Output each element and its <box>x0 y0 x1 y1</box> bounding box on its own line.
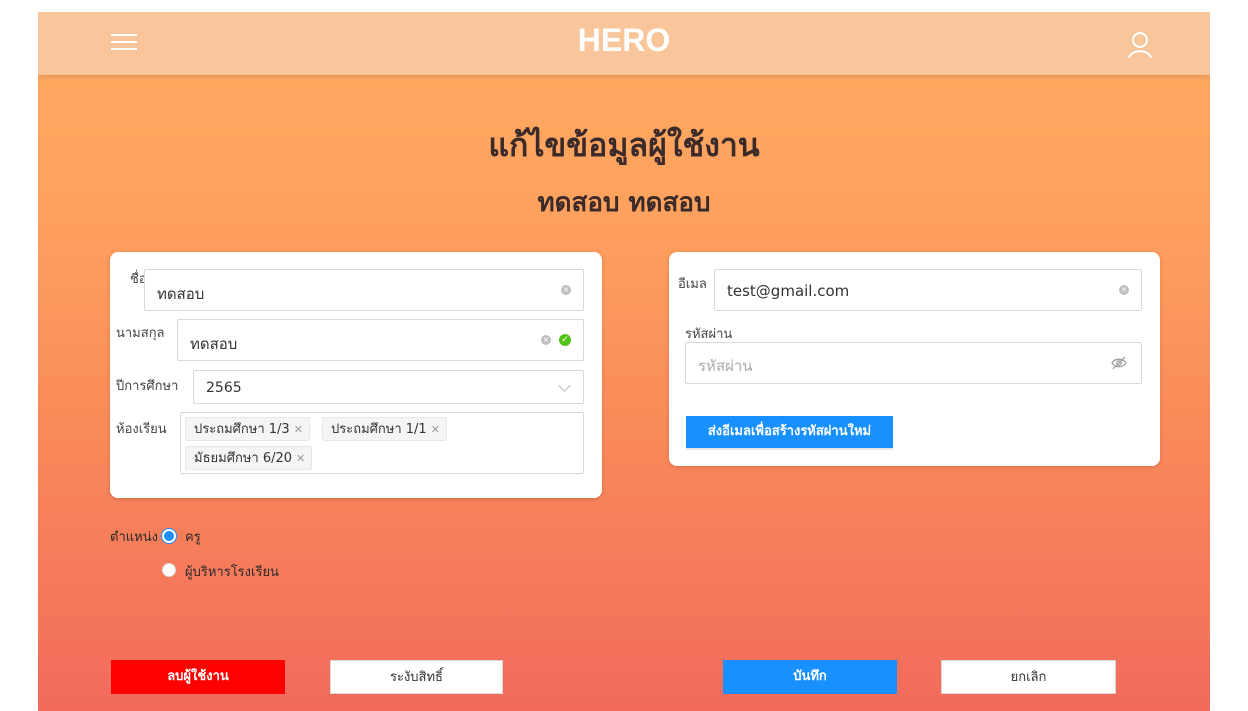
classroom-label: ห้องเรียน <box>116 422 167 437</box>
email-field[interactable]: test@gmail.com × <box>714 269 1142 311</box>
clear-circle-icon[interactable]: × <box>541 335 551 345</box>
first-name-value: ทดสอบ <box>157 285 205 303</box>
first-name-field[interactable]: ทดสอบ × <box>144 269 584 311</box>
suspend-rights-button[interactable]: ระงับสิทธิ์ <box>330 660 503 694</box>
app-frame: HERO แก้ไขข้อมูลผู้ใช้งาน ทดสอบ ทดสอบ ชื… <box>38 12 1210 711</box>
radio-teacher-label: ครู <box>185 530 201 545</box>
brand-logo: HERO <box>577 22 671 58</box>
radio-teacher[interactable] <box>162 529 176 543</box>
classroom-tag: ประถมศึกษา 1/1 ✕ <box>322 417 447 441</box>
eye-invisible-icon[interactable] <box>1111 356 1127 370</box>
page-title: แก้ไขข้อมูลผู้ใช้งาน <box>488 126 760 164</box>
last-name-value: ทดสอบ <box>190 335 238 353</box>
classroom-multiselect[interactable]: ประถมศึกษา 1/3 ✕ ประถมศึกษา 1/1 ✕ มัธยมศึก… <box>180 412 584 474</box>
academic-year-label: ปีการศึกษา <box>116 379 179 394</box>
radio-school-admin-label: ผู้บริหารโรงเรียน <box>185 565 279 580</box>
remove-tag-icon[interactable]: ✕ <box>296 452 305 465</box>
top-bar: HERO <box>38 12 1210 75</box>
classroom-tag: มัธยมศึกษา 6/20 ✕ <box>185 446 313 470</box>
remove-tag-icon[interactable]: ✕ <box>294 423 303 436</box>
user-icon[interactable] <box>1127 31 1153 59</box>
password-label: รหัสผ่าน <box>685 327 733 342</box>
last-name-label: นามสกุล <box>116 326 165 341</box>
check-circle-icon: ✓ <box>559 334 571 346</box>
chevron-down-icon <box>558 379 571 392</box>
cancel-button[interactable]: ยกเลิก <box>941 660 1116 694</box>
clear-circle-icon[interactable]: × <box>1119 285 1129 295</box>
academic-year-value: 2565 <box>206 380 242 396</box>
remove-tag-icon[interactable]: ✕ <box>431 423 440 436</box>
user-info-card: ชื่อ ทดสอบ × นามสกุล ทดสอบ × ✓ ปีการศึกษ… <box>110 252 602 498</box>
role-label: ตำแหน่ง <box>110 530 158 545</box>
send-reset-email-button[interactable]: ส่งอีเมลเพื่อสร้างรหัสผ่านใหม่ <box>686 416 893 448</box>
last-name-field[interactable]: ทดสอบ × ✓ <box>177 319 584 361</box>
password-field[interactable]: รหัสผ่าน <box>685 342 1142 384</box>
email-value: test@gmail.com <box>727 282 850 300</box>
page-subtitle: ทดสอบ ทดสอบ <box>537 188 711 218</box>
save-button[interactable]: บันทึก <box>723 660 897 694</box>
classroom-tag: ประถมศึกษา 1/3 ✕ <box>185 417 310 441</box>
password-placeholder: รหัสผ่าน <box>698 357 753 375</box>
radio-school-admin[interactable] <box>162 563 176 577</box>
delete-user-button[interactable]: ลบผู้ใช้งาน <box>111 660 285 694</box>
academic-year-select[interactable]: 2565 <box>193 370 584 404</box>
email-label: อีเมล <box>678 277 707 292</box>
clear-circle-icon[interactable]: × <box>561 285 571 295</box>
